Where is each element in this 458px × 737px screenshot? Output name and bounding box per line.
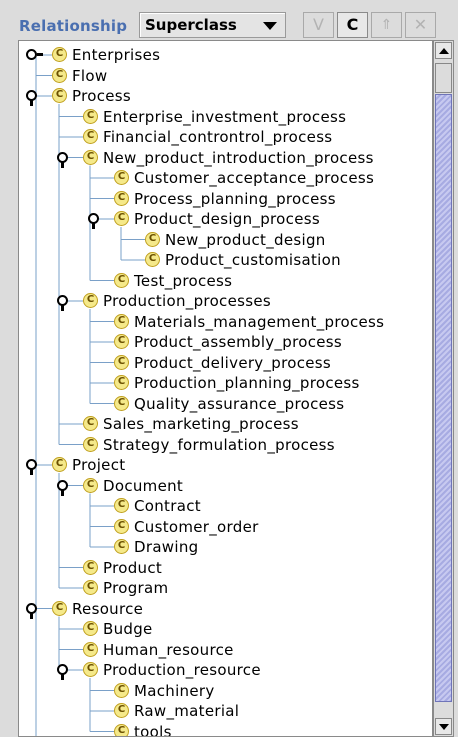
tree-node-label: Production_planning_process [134, 374, 360, 392]
class-icon: C [83, 108, 98, 124]
class-icon: C [145, 231, 160, 247]
tree-node-label: Production_processes [103, 292, 271, 310]
scroll-track-segment[interactable] [435, 63, 452, 93]
tree-node-label: Product [103, 558, 163, 577]
class-icon: C [83, 293, 98, 308]
arrow-down-icon [439, 724, 449, 730]
toolbar: Relationship Superclass V C ⇑ ✕ [0, 0, 458, 44]
class-icon: C [83, 621, 98, 636]
tree-node-label: Financial_controntrol_process [103, 128, 333, 146]
class-icon: C [114, 723, 129, 736]
class-icon: C [52, 600, 67, 616]
chevron-down-icon [263, 22, 277, 30]
class-icon: C [114, 703, 129, 718]
collapse-handle-icon[interactable] [26, 602, 38, 619]
tree-node-label: Customer_order [134, 517, 259, 536]
create-class-button[interactable]: C [337, 12, 368, 38]
arrow-up-icon [439, 48, 449, 54]
tree-node-label: Strategy_formulation_process [103, 435, 335, 454]
tree-node-label: Process_planning_process [134, 189, 336, 208]
tree-node-label: Product_design_process [134, 210, 320, 228]
tree-node-label: Production_resource [103, 661, 261, 679]
class-icon: C [83, 477, 98, 493]
class-icon: C [83, 416, 98, 431]
scroll-down-button[interactable] [435, 718, 452, 735]
tree-node-label: Project [72, 456, 126, 474]
collapse-handle-icon[interactable] [57, 295, 69, 311]
scroll-up-button[interactable] [435, 42, 452, 59]
class-icon: C [114, 211, 129, 226]
class-icon: C [114, 313, 129, 329]
delete-button[interactable]: ✕ [405, 12, 436, 38]
collapse-handle-icon[interactable] [26, 90, 38, 106]
tree-node-label: Machinery [134, 681, 215, 700]
relationship-select[interactable]: Superclass [139, 12, 286, 38]
collapse-handle-icon[interactable] [26, 459, 38, 475]
class-icon: C [83, 149, 98, 165]
v-button[interactable]: V [303, 12, 334, 38]
collapse-handle-icon[interactable] [57, 664, 69, 680]
class-icon: C [83, 559, 98, 575]
collapse-handle-icon[interactable] [88, 213, 100, 229]
class-icon: C [114, 539, 129, 554]
tree-node-label: Test_process [134, 271, 233, 290]
tree-node-label: Drawing [134, 538, 199, 556]
tree-node-label: Raw_material [134, 702, 240, 720]
class-icon: C [83, 641, 98, 657]
tree-node-label: Product_delivery_process [134, 353, 332, 372]
tree-node-label: Process [72, 87, 132, 105]
class-icon: C [52, 88, 67, 103]
expand-handle-icon[interactable] [26, 49, 43, 61]
relationship-select-value: Superclass [145, 16, 237, 34]
tree-node-label: Contract [134, 497, 201, 515]
class-icon: C [114, 272, 129, 288]
class-icon: C [114, 334, 129, 349]
vertical-scrollbar[interactable] [433, 40, 454, 737]
class-icon: C [83, 662, 98, 677]
tree-node-label: Quality_assurance_process [134, 394, 345, 413]
class-icon: C [114, 518, 129, 534]
class-icon: C [83, 129, 98, 144]
class-icon: C [145, 252, 160, 267]
class-icon: C [114, 498, 129, 513]
tree-node-label: Flow [72, 66, 108, 85]
class-icon: C [114, 354, 129, 370]
tree-node-label: New_product_introduction_process [103, 148, 374, 167]
class-tree[interactable]: C Enterprises C Flow C Process C Enterprise_inv… [18, 40, 433, 737]
class-icon: C [114, 170, 129, 185]
tree-node-label: Materials_management_process [134, 312, 385, 331]
class-icon: C [114, 375, 129, 390]
tree-node-label: Document [103, 476, 184, 495]
tree-node-label: New_product_design [165, 230, 326, 249]
class-icon: C [52, 67, 67, 83]
tree-node-label: Sales_marketing_process [103, 415, 299, 433]
class-icon: C [114, 682, 129, 698]
class-icon: C [114, 395, 129, 411]
class-icon: C [52, 457, 67, 472]
tree-node-label: Product_customisation [165, 251, 341, 269]
tree-node-label: Human_resource [103, 640, 234, 659]
collapse-handle-icon[interactable] [57, 151, 69, 168]
tree-node-label: Enterprises [72, 46, 161, 64]
class-icon: C [52, 47, 67, 62]
tree-node-label: Enterprise_investment_process [103, 107, 347, 126]
tree-node-label: tools [134, 722, 172, 737]
class-icon: C [114, 190, 129, 206]
tree-node-label: Program [103, 579, 169, 597]
tree-node-label: Budge [103, 620, 153, 638]
scroll-thumb[interactable] [435, 94, 452, 702]
collapse-handle-icon[interactable] [57, 479, 69, 496]
tree-node-label: Resource [72, 599, 144, 618]
tree-node-label: Product_assembly_process [134, 333, 343, 351]
class-icon: C [83, 580, 98, 595]
tree-node-label: Customer_acceptance_process [134, 169, 375, 187]
relationship-label: Relationship [19, 17, 128, 35]
move-up-button[interactable]: ⇑ [371, 12, 402, 38]
class-icon: C [83, 436, 98, 452]
